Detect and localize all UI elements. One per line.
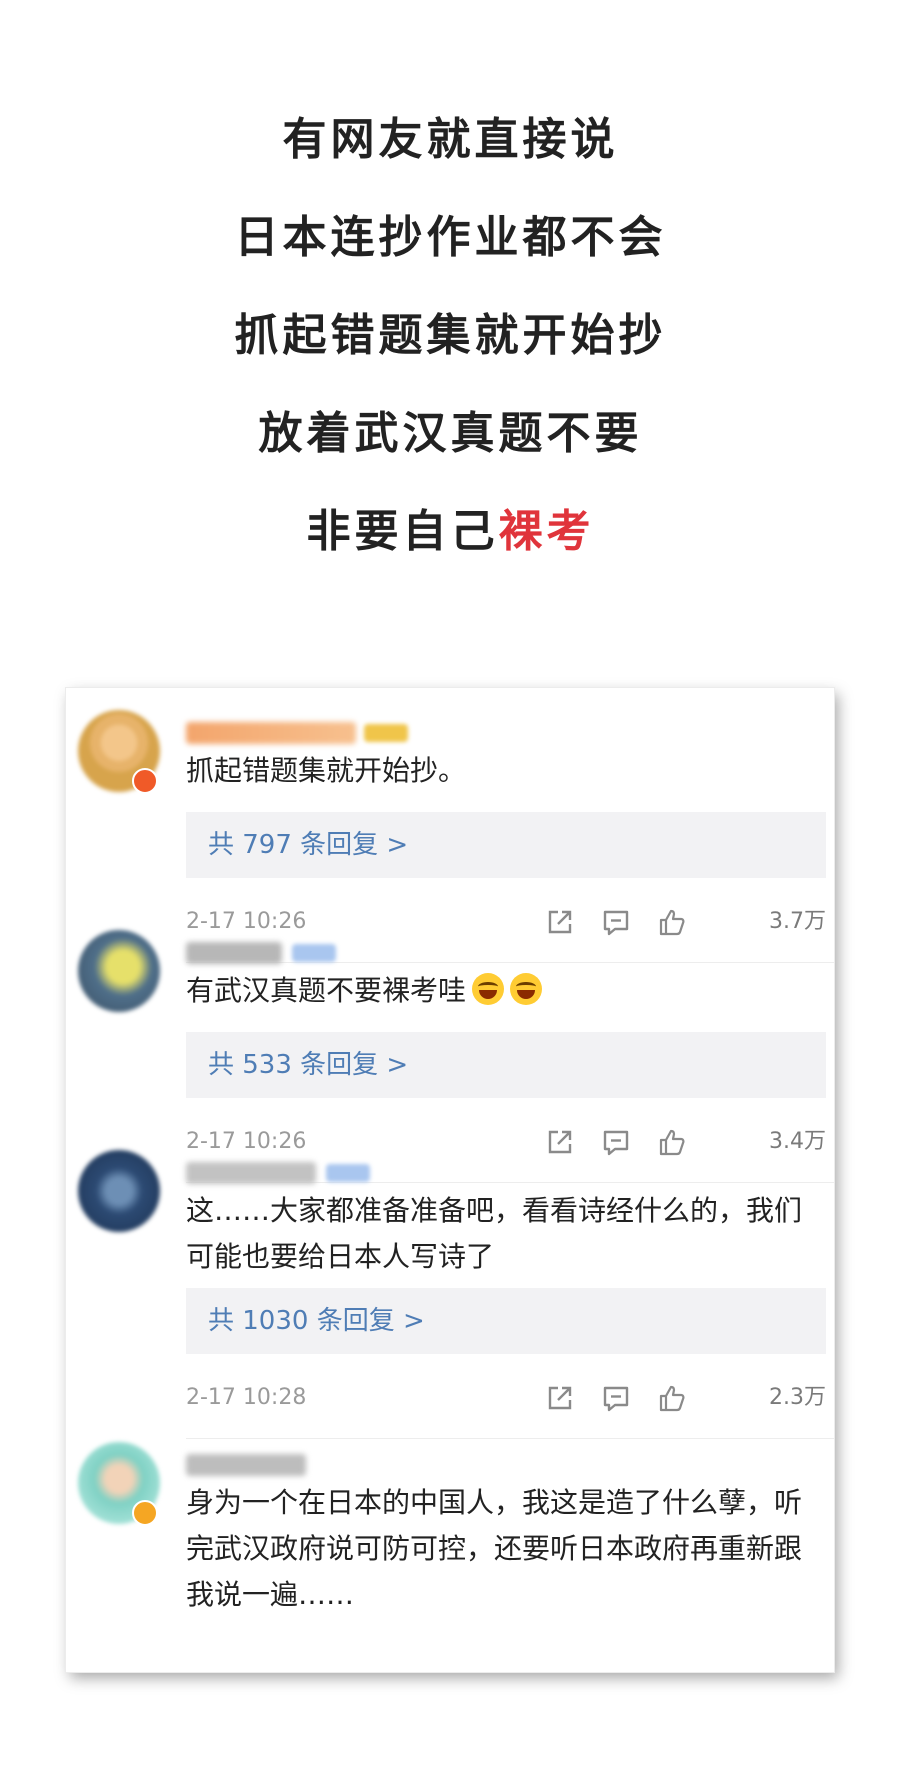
- comment-meta-row: 2-17 10:28 2.3万: [186, 1380, 826, 1416]
- comment-timestamp: 2-17 10:28: [186, 1385, 307, 1410]
- username[interactable]: [186, 722, 356, 744]
- headline-line-1: 有网友就直接说: [282, 114, 619, 165]
- share-icon[interactable]: [544, 906, 576, 938]
- share-icon[interactable]: [544, 1126, 576, 1158]
- view-replies-link[interactable]: 共 797 条回复 >: [208, 827, 408, 863]
- username[interactable]: [186, 942, 282, 964]
- comment-text-content: 有武汉真题不要裸考哇: [186, 974, 467, 1007]
- user-level-badge: [364, 724, 408, 742]
- view-replies-link[interactable]: 共 1030 条回复 >: [208, 1303, 425, 1339]
- headline-line-2: 日本连抄作业都不会: [234, 212, 667, 263]
- user-level-badge: [292, 944, 336, 962]
- divider: [186, 1438, 834, 1439]
- avatar[interactable]: [78, 1150, 160, 1232]
- headline-line-5-plain: 非要自己: [306, 506, 499, 557]
- reply-box[interactable]: 共 797 条回复 >: [186, 812, 826, 878]
- avatar[interactable]: [78, 930, 160, 1012]
- thumbs-up-icon[interactable]: [656, 906, 688, 938]
- comment-text: 这……大家都准备准备吧，看看诗经什么的，我们可能也要给日本人写诗了: [186, 1194, 803, 1273]
- comment-meta-row: 2-17 10:26 3.4万: [186, 1124, 826, 1160]
- like-count: 3.4万: [769, 1129, 826, 1154]
- username[interactable]: [186, 1162, 316, 1184]
- reply-box[interactable]: 共 533 条回复 >: [186, 1032, 826, 1098]
- comment-list-card: 抓起错题集就开始抄。 共 797 条回复 > 2-17 10:26 3.7万 有…: [66, 688, 834, 1672]
- view-replies-link[interactable]: 共 533 条回复 >: [208, 1047, 408, 1083]
- comment-text: 抓起错题集就开始抄。: [186, 754, 467, 787]
- laughing-crying-emoji-icon: [510, 973, 543, 1005]
- thumbs-up-icon[interactable]: [656, 1126, 688, 1158]
- avatar-badge: [132, 768, 158, 794]
- laughing-crying-emoji-icon: [472, 973, 505, 1005]
- headline-line-5-accent: 裸考: [498, 506, 595, 557]
- divider: [186, 962, 834, 963]
- headline-line-5: 非要自己裸考: [0, 504, 901, 560]
- comment-icon[interactable]: [600, 1382, 632, 1414]
- comment-meta-row: 2-17 10:26 3.7万: [186, 904, 826, 940]
- comment-icon[interactable]: [600, 1126, 632, 1158]
- comment-timestamp: 2-17 10:26: [186, 909, 307, 934]
- comment-text: 有武汉真题不要裸考哇: [186, 968, 826, 1014]
- comment-text: 身为一个在日本的中国人，我这是造了什么孽，听完武汉政府说可防可控，还要听日本政府…: [186, 1486, 803, 1611]
- avatar-badge: [132, 1500, 158, 1526]
- headline-line-4: 放着武汉真题不要: [258, 408, 643, 459]
- comment-icon[interactable]: [600, 906, 632, 938]
- share-icon[interactable]: [544, 1382, 576, 1414]
- comment-timestamp: 2-17 10:26: [186, 1129, 307, 1154]
- reply-box[interactable]: 共 1030 条回复 >: [186, 1288, 826, 1354]
- username[interactable]: [186, 1454, 306, 1476]
- headline-line-3: 抓起错题集就开始抄: [234, 310, 667, 361]
- thumbs-up-icon[interactable]: [656, 1382, 688, 1414]
- like-count: 2.3万: [769, 1385, 826, 1410]
- like-count: 3.7万: [769, 909, 826, 934]
- user-level-badge: [326, 1164, 370, 1182]
